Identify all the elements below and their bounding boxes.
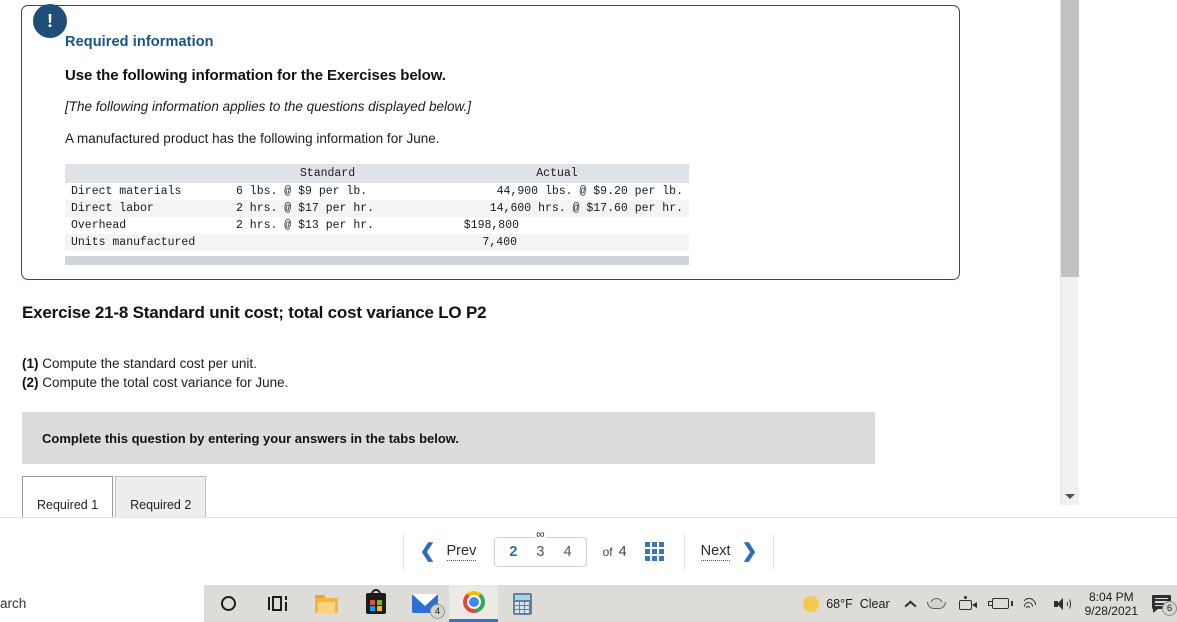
pager-total-pages: 4 (618, 543, 627, 560)
page-number-4[interactable]: 4 (563, 544, 571, 560)
file-explorer-icon[interactable] (302, 585, 351, 622)
notifications-badge: 6 (1162, 600, 1177, 616)
condition-label: Clear (859, 596, 890, 611)
prev-label: Prev (446, 542, 477, 561)
row-label: Direct labor (65, 200, 230, 217)
temperature-label: 68°F (826, 596, 853, 611)
row-label: Overhead (65, 217, 230, 234)
row-actual: 44,900 lbs. @ $9.20 per lb. (425, 183, 689, 200)
standard-actual-table: Standard Actual Direct materials 6 lbs. … (65, 164, 689, 251)
row-standard: 2 hrs. @ $13 per hr. (230, 217, 425, 234)
instruction-text: Complete this question by entering your … (42, 430, 460, 446)
table-head: Standard Actual (65, 164, 689, 183)
row-actual: 7,400 (425, 234, 689, 251)
row-label: Direct materials (65, 183, 230, 200)
column-header-standard: Standard (230, 164, 425, 183)
tab-label: Required 1 (37, 498, 99, 512)
notifications-icon[interactable]: 6 (1152, 594, 1177, 616)
table-body: Direct materials 6 lbs. @ $9 per lb. 44,… (65, 183, 689, 251)
screen: ! Required information Use the following… (0, 0, 1177, 622)
page-number-3[interactable]: 3 (536, 544, 544, 560)
column-header-blank (65, 164, 230, 183)
chevron-right-icon: ❯ (741, 541, 758, 562)
clock-time: 8:04 PM (1088, 589, 1134, 604)
required-information-lead: A manufactured product has the following… (65, 131, 440, 146)
prev-button[interactable]: ❮ Prev (420, 542, 477, 561)
weather-widget[interactable]: 68°F Clear (803, 595, 890, 612)
row-standard: 2 hrs. @ $17 per hr. (230, 200, 425, 217)
pager-of-label: of (602, 544, 613, 559)
camera-icon[interactable] (958, 596, 977, 610)
table-row: Direct labor 2 hrs. @ $17 per hr. 14,600… (65, 200, 689, 217)
column-header-actual: Actual (425, 164, 689, 183)
search-text: arch (0, 596, 27, 611)
task-view-icon[interactable] (253, 585, 302, 622)
row-standard: 6 lbs. @ $9 per lb. (230, 183, 425, 200)
row-label: Units manufactured (65, 234, 230, 251)
table-header-row: Standard Actual (65, 164, 689, 183)
tab-required-2[interactable]: Required 2 (115, 476, 207, 517)
volume-icon[interactable] (1053, 597, 1072, 611)
windows-taskbar: arch 4 68°F Clear 8:04 PM 9/28/2021 6 (0, 585, 1177, 622)
pager-divider-right (683, 534, 685, 569)
link-glyph-icon: ∞ (535, 526, 546, 541)
question-item: (2) Compute the total cost variance for … (22, 374, 288, 393)
clock[interactable]: 8:04 PM 9/28/2021 (1085, 590, 1138, 618)
search-input[interactable]: arch (0, 585, 204, 622)
table-footer-band (65, 256, 689, 265)
required-information-card: ! Required information Use the following… (21, 4, 960, 280)
table-row: Units manufactured 7,400 (65, 234, 689, 251)
next-label: Next (700, 542, 731, 561)
answer-tabs: Required 1 Required 2 (22, 476, 207, 517)
mail-icon[interactable]: 4 (400, 585, 449, 622)
pager-divider-left (402, 534, 404, 569)
row-standard (230, 234, 425, 251)
tab-required-1[interactable]: Required 1 (22, 476, 114, 517)
scroll-down-arrow-icon[interactable] (1061, 488, 1079, 505)
moon-icon (803, 595, 820, 612)
microsoft-store-icon[interactable] (351, 585, 400, 622)
required-information-note: [The following information applies to th… (65, 99, 471, 114)
question-list: (1) Compute the standard cost per unit. … (22, 355, 288, 392)
grid-view-icon[interactable] (644, 542, 664, 561)
question-text: Compute the standard cost per unit. (42, 356, 257, 371)
pagination-bar: ❮ Prev ∞ 2 3 4 of 4 Next ❯ (0, 518, 1177, 585)
chevron-up-icon[interactable] (904, 601, 914, 607)
wifi-icon[interactable] (1023, 597, 1041, 610)
question-text: Compute the total cost variance for June… (42, 374, 289, 390)
next-button[interactable]: Next ❯ (700, 541, 758, 562)
chrome-icon[interactable] (449, 585, 498, 622)
question-item: (1) Compute the standard cost per unit. (22, 355, 288, 374)
table-row: Overhead 2 hrs. @ $13 per hr. $198,800 (65, 217, 689, 234)
scrollbar-thumb[interactable] (1061, 0, 1079, 277)
onedrive-cloud-icon[interactable] (926, 598, 946, 609)
taskbar-icons: 4 (204, 585, 547, 622)
vertical-scrollbar[interactable] (1060, 0, 1079, 505)
mail-badge: 4 (430, 604, 445, 619)
question-number: (2) (22, 374, 39, 390)
row-actual: 14,600 hrs. @ $17.60 per hr. (425, 200, 689, 217)
content-viewport: ! Required information Use the following… (0, 0, 1060, 517)
row-actual: $198,800 (425, 217, 689, 234)
chevron-left-icon: ❮ (419, 541, 436, 562)
exercise-title: Exercise 21-8 Standard unit cost; total … (22, 303, 487, 322)
instruction-bar: Complete this question by entering your … (22, 412, 875, 464)
exclamation-icon: ! (33, 4, 67, 38)
page-number-box[interactable]: ∞ 2 3 4 (494, 527, 587, 567)
page-number-2[interactable]: 2 (509, 544, 517, 560)
pager-divider-far-right (773, 534, 775, 569)
calculator-icon[interactable] (498, 585, 547, 622)
system-tray: 68°F Clear 8:04 PM 9/28/2021 6 (803, 585, 1177, 622)
battery-icon[interactable] (987, 598, 1013, 609)
question-number: (1) (22, 356, 39, 371)
standard-actual-table-wrapper: Standard Actual Direct materials 6 lbs. … (65, 164, 689, 265)
clock-date: 9/28/2021 (1084, 603, 1138, 618)
tray-icon-group (904, 596, 1072, 611)
tab-label: Required 2 (130, 498, 192, 512)
required-information-title: Required information (65, 34, 214, 50)
required-information-subtitle: Use the following information for the Ex… (65, 67, 446, 84)
table-row: Direct materials 6 lbs. @ $9 per lb. 44,… (65, 183, 689, 200)
cortana-icon[interactable] (204, 585, 253, 622)
exclamation-glyph: ! (47, 11, 53, 31)
